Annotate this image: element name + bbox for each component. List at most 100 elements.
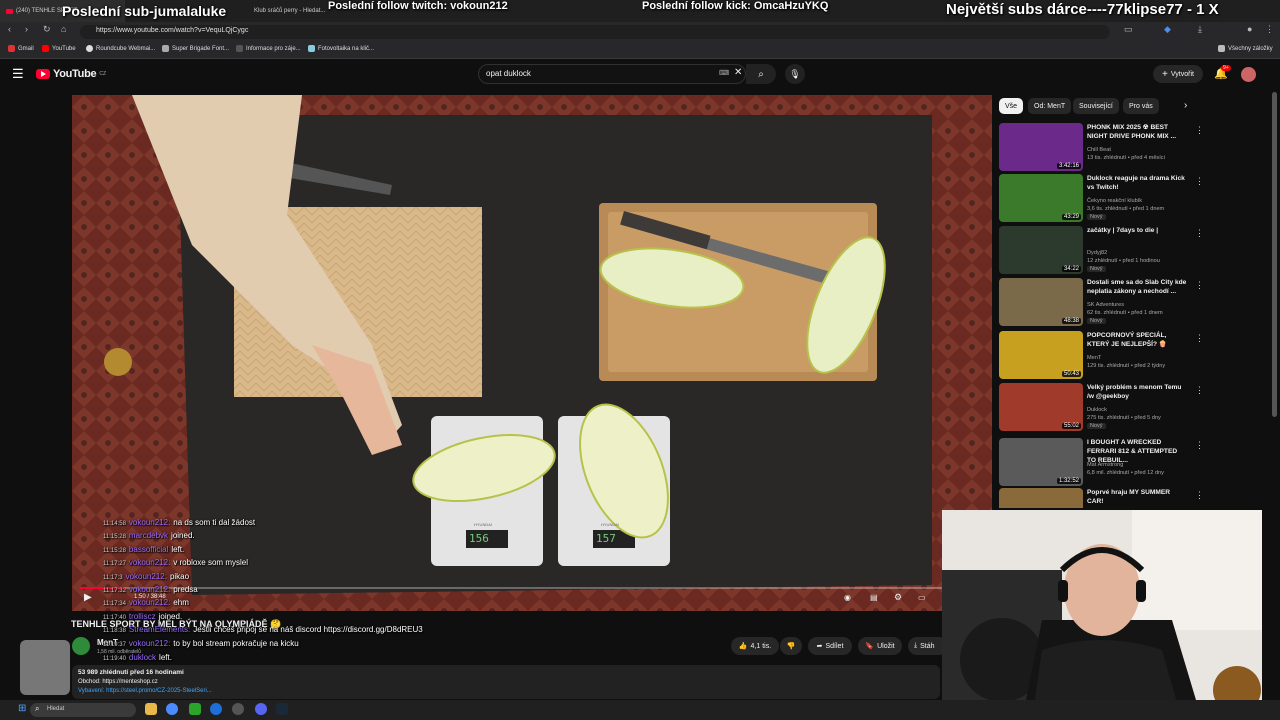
search-icon: ⌕ xyxy=(35,704,40,713)
related-video-thumbnail[interactable]: 1:32:52 xyxy=(999,438,1083,486)
extension-icon[interactable]: ◆ xyxy=(1164,24,1171,35)
save-button[interactable]: 🔖 Uložit xyxy=(858,637,902,655)
back-icon[interactable]: ‹ xyxy=(8,24,11,34)
youtube-favicon-icon xyxy=(6,8,13,14)
channel-avatar[interactable] xyxy=(72,637,90,655)
chrome-icon[interactable] xyxy=(166,703,178,715)
create-button[interactable]: + Vytvořit xyxy=(1153,65,1203,83)
related-video-item[interactable]: 48:38 Dostali sme sa do Slab City kde nep… xyxy=(999,278,1204,330)
search-button[interactable]: ⌕ xyxy=(746,64,776,84)
chip-from-channel[interactable]: Od: MenT xyxy=(1028,98,1072,114)
windows-start-icon[interactable]: ⊞ xyxy=(18,703,26,714)
related-video-thumbnail[interactable]: 48:38 xyxy=(999,278,1083,326)
related-video-item[interactable]: 43:29 Duklock reaguje na drama Kick vs Tw… xyxy=(999,174,1204,226)
more-options-icon[interactable]: ⋮ xyxy=(1195,125,1204,136)
profile-icon[interactable]: ● xyxy=(1247,24,1252,34)
autoplay-icon[interactable]: ◉ xyxy=(844,593,851,602)
menu-icon[interactable]: ⋮ xyxy=(1265,24,1274,35)
related-video-thumbnail[interactable]: 55:02 xyxy=(999,383,1083,431)
app-icon[interactable] xyxy=(189,703,201,715)
like-button[interactable]: 👍 4,1 tis. xyxy=(731,637,779,655)
chat-text: left. xyxy=(171,545,185,554)
home-icon[interactable]: ⌂ xyxy=(61,24,66,34)
bookmark-item[interactable]: YouTube xyxy=(42,45,76,52)
description-box[interactable]: 53 989 zhlédnutí před 16 hodinami Obchod… xyxy=(72,665,940,699)
avatar[interactable] xyxy=(1241,67,1256,82)
chat-username: vokoun212: xyxy=(128,518,171,527)
youtube-logo[interactable]: YouTube CZ xyxy=(36,68,106,80)
bookmark-item[interactable]: Super Brigade Font... xyxy=(162,45,229,52)
more-options-icon[interactable]: ⋮ xyxy=(1195,490,1204,501)
bookmark-item[interactable]: Gmail xyxy=(8,45,34,52)
play-icon[interactable]: ▶ xyxy=(84,592,92,603)
more-options-icon[interactable]: ⋮ xyxy=(1195,440,1204,451)
more-options-icon[interactable]: ⋮ xyxy=(1195,333,1204,344)
more-options-icon[interactable]: ⋮ xyxy=(1195,228,1204,239)
related-video-item[interactable]: 55:02 Velký problém s menom Temu /w @geek… xyxy=(999,383,1204,435)
discord-icon[interactable] xyxy=(255,703,267,715)
related-video-thumbnail[interactable]: 43:29 xyxy=(999,174,1083,222)
url-text: https://www.youtube.com/watch?v=VequLQjC… xyxy=(96,27,249,34)
font-icon xyxy=(162,45,169,52)
related-video-title: Velký problém s menom Temu /w @geekboy xyxy=(1087,384,1182,400)
related-video-item[interactable]: 50:43 POPCORNOVÝ SPECIÁL, KTERÝ JE NEJLEP… xyxy=(999,331,1204,383)
theater-mode-icon[interactable]: ▭ xyxy=(918,593,926,602)
share-button[interactable]: ➦ Sdílet xyxy=(808,637,852,655)
voice-search-button[interactable]: 🎙 xyxy=(785,64,805,84)
related-video-item[interactable]: Poprvé hraju MY SUMMER CAR!FattyPillowTV… xyxy=(999,488,1204,508)
browser-icon[interactable] xyxy=(210,703,222,715)
sidebar-scrollbar[interactable] xyxy=(1272,92,1277,417)
video-player[interactable]: 156 157 HYUNDAI HYUNDAI ▶ 1:50 / 38:48 ◉… xyxy=(72,95,992,611)
chat-message: 11:17:3 vokoun212: pikao xyxy=(103,572,189,581)
views-line: 53 989 zhlédnutí před 16 hodinami xyxy=(78,669,184,676)
clear-search-icon[interactable]: ✕ xyxy=(734,67,742,78)
scale-brand: HYUNDAI xyxy=(474,522,493,527)
forward-icon[interactable]: › xyxy=(25,24,28,34)
related-video-channel: SK Adventures xyxy=(1087,302,1125,308)
url-field[interactable]: https://www.youtube.com/watch?v=VequLQjC… xyxy=(80,25,1110,39)
keyboard-icon[interactable]: ⌨ xyxy=(719,69,729,77)
reload-icon[interactable]: ↻ xyxy=(43,24,51,35)
subtitles-icon[interactable]: ▤ xyxy=(870,593,878,602)
thumbs-up-icon: 👍 xyxy=(738,643,748,650)
bookmark-item[interactable]: Fotovoltaika na klič... xyxy=(308,45,374,52)
steam-icon[interactable] xyxy=(276,703,288,715)
chat-username: bassofficial xyxy=(128,545,169,554)
file-explorer-icon[interactable] xyxy=(145,703,157,715)
bookmark-item[interactable]: Roundcube Webmai... xyxy=(86,45,155,52)
chat-text: ehm xyxy=(173,598,189,607)
related-video-thumbnail[interactable]: 3:42:16 xyxy=(999,123,1083,171)
related-video-item[interactable]: 1:32:52 I BOUGHT A WRECKED FERRARI 812 & … xyxy=(999,438,1204,490)
more-options-icon[interactable]: ⋮ xyxy=(1195,176,1204,187)
obs-icon[interactable] xyxy=(232,703,244,715)
chat-username: duklock xyxy=(128,653,157,662)
cast-icon[interactable]: ▭ xyxy=(1124,24,1133,35)
chip-related[interactable]: Související xyxy=(1073,98,1119,114)
video-duration: 1:32:52 xyxy=(1056,478,1081,484)
settings-gear-icon[interactable]: ⚙ xyxy=(894,592,902,603)
chevron-right-icon[interactable]: › xyxy=(1184,100,1187,111)
related-video-thumbnail[interactable] xyxy=(999,488,1083,508)
taskbar-search[interactable]: ⌕ Hledat xyxy=(30,703,136,717)
download-icon[interactable]: ⤓ xyxy=(1198,24,1202,35)
related-video-thumbnail[interactable]: 34:22 xyxy=(999,226,1083,274)
related-video-item[interactable]: 34:22 začátky | 7days to die | Dydyj82 12 z… xyxy=(999,226,1204,278)
related-video-item[interactable]: 3:42:16 PHONK MIX 2025 ☢ BEST NIGHT DRIVE… xyxy=(999,123,1204,175)
new-badge: Nový xyxy=(1087,266,1106,272)
video-progress-bar[interactable] xyxy=(80,587,984,589)
new-badge: Nový xyxy=(1087,214,1106,220)
chat-text: v robloxe som myslel xyxy=(173,558,248,567)
page-icon xyxy=(236,45,243,52)
more-options-icon[interactable]: ⋮ xyxy=(1195,385,1204,396)
chip-all[interactable]: Vše xyxy=(999,98,1024,114)
description-link[interactable]: Vybavení: https://steel.promo/CZ-2025-St… xyxy=(78,688,212,694)
chip-for-you[interactable]: Pro vás xyxy=(1123,98,1159,114)
more-options-icon[interactable]: ⋮ xyxy=(1195,280,1204,291)
search-input[interactable]: opat duklock ⌨ ✕ xyxy=(478,64,746,84)
related-video-thumbnail[interactable]: 50:43 xyxy=(999,331,1083,379)
hamburger-menu-icon[interactable]: ☰ xyxy=(12,66,24,82)
gmail-icon xyxy=(8,45,15,52)
bookmark-item[interactable]: Informace pro záje... xyxy=(236,45,301,52)
dislike-button[interactable]: 👎 xyxy=(780,637,802,655)
all-bookmarks[interactable]: Všechny záložky xyxy=(1218,45,1273,52)
